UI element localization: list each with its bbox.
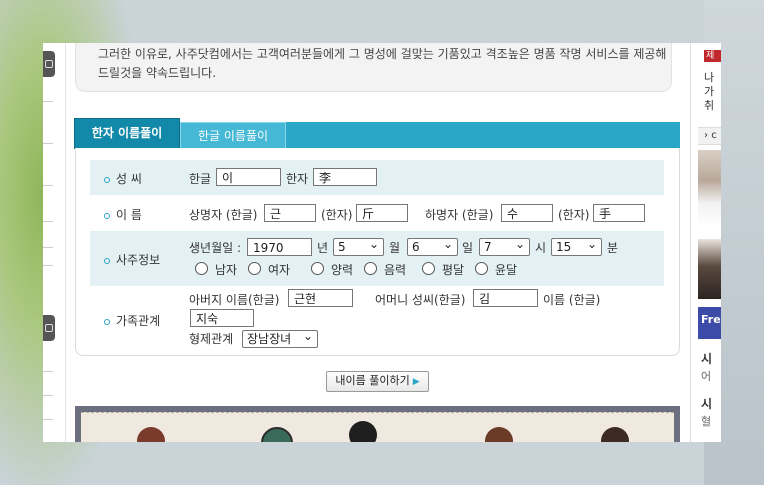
rail-line: [43, 185, 53, 186]
family-label: 가족관계: [104, 312, 160, 329]
sidebar-item-sub: 혈: [701, 415, 712, 428]
submit-name-button[interactable]: 내이름 풀이하기 ▶: [326, 371, 429, 392]
upper-hanja-label: (한자): [321, 208, 353, 222]
row-saju: 사주정보 생년월일 : 1970 년 5 월 6 일 7 시 15 분 남자 여…: [90, 231, 664, 286]
day-unit: 일: [462, 241, 474, 255]
sidebar-section-label: c: [711, 130, 717, 141]
calendar-lunar-radio[interactable]: [364, 262, 377, 275]
browser-viewport: 그러한 이유로, 사주닷컴에서는 고객여러분들에게 그 명성에 걸맞는 기품있고…: [43, 43, 721, 442]
sidebar-photo[interactable]: [698, 150, 721, 226]
birth-day-select[interactable]: 6: [407, 236, 458, 256]
year-unit: 년: [317, 241, 329, 255]
birth-year-input[interactable]: 1970: [247, 238, 312, 256]
row-surname: 성 씨 한글 이 한자 李: [90, 160, 664, 195]
upper-name-hangul-input[interactable]: 근: [264, 204, 316, 222]
rail-toggle-icon[interactable]: [43, 315, 55, 341]
left-rail: [43, 43, 66, 442]
father-name-label: 아버지 이름(한글): [189, 293, 280, 307]
character-head: [137, 427, 165, 442]
calendar-lunar-label: 음력: [384, 263, 407, 277]
minute-unit: 분: [607, 241, 619, 255]
mother-surname-input[interactable]: 김: [473, 289, 538, 307]
surname-hangul-input[interactable]: 이: [216, 168, 281, 186]
lower-name-hangul-input[interactable]: 수: [501, 204, 553, 222]
row-name: 이 름 상명자 (한글) 근 (한자) 斤 하명자 (한글) 수 (한자) 手: [90, 198, 664, 228]
character-head: [261, 427, 293, 442]
sidebar-line[interactable]: 취: [704, 97, 714, 113]
rail-line: [43, 395, 53, 396]
rail-line: [43, 247, 53, 248]
row-family: 가족관계 아버지 이름(한글) 근현 어머니 성씨(한글) 김 이름 (한글) …: [90, 288, 664, 350]
bottom-illustration: [75, 406, 680, 442]
lower-name-hanja-input[interactable]: 手: [593, 204, 645, 222]
mother-name-label: 이름 (한글): [543, 293, 601, 307]
leap-month-radio[interactable]: [475, 262, 488, 275]
intro-text: 그러한 이유로, 사주닷컴에서는 고객여러분들에게 그 명성에 걸맞는 기품있고…: [98, 47, 667, 80]
free-badge[interactable]: Free: [698, 307, 721, 339]
father-name-input[interactable]: 근현: [288, 289, 353, 307]
rail-toggle-icon[interactable]: [43, 51, 55, 77]
rail-line: [43, 221, 53, 222]
right-sidebar: 제 나 가 취 › c Free 시 어 시 혈: [690, 43, 721, 442]
gender-male-label: 남자: [215, 263, 238, 277]
leap-normal-label: 평달: [442, 263, 465, 277]
birth-label: 생년월일 :: [189, 241, 242, 255]
upper-name-label: 상명자 (한글): [189, 208, 258, 222]
rail-line: [43, 101, 53, 102]
birth-minute-select[interactable]: 15: [551, 236, 602, 256]
rail-line: [43, 371, 53, 372]
rail-line: [43, 419, 53, 420]
birth-month-select[interactable]: 5: [333, 236, 384, 256]
saju-label: 사주정보: [104, 251, 160, 268]
sibling-label: 형제관계: [189, 332, 234, 346]
chevron-right-icon: ›: [704, 130, 708, 141]
sidebar-item-title[interactable]: 시: [701, 350, 712, 367]
sidebar-section-header[interactable]: › c: [698, 127, 721, 145]
hour-unit: 시: [535, 241, 547, 255]
surname-hangul-label: 한글: [189, 172, 212, 186]
calendar-solar-radio[interactable]: [311, 262, 324, 275]
character-head: [485, 427, 513, 442]
sidebar-photo[interactable]: [698, 239, 721, 299]
illustration-paper: [81, 412, 674, 442]
gender-female-label: 여자: [268, 263, 291, 277]
tab-hanja-name[interactable]: 한자 이름풀이: [74, 118, 180, 149]
sibling-relation-select[interactable]: 장남장녀: [242, 328, 318, 348]
leap-normal-radio[interactable]: [422, 262, 435, 275]
mother-surname-label: 어머니 성씨(한글): [375, 293, 466, 307]
birth-hour-select[interactable]: 7: [479, 236, 530, 256]
sidebar-item-sub: 어: [701, 370, 712, 383]
sidebar-badge[interactable]: 제: [704, 50, 721, 62]
name-form-panel: 성 씨 한글 이 한자 李 이 름 상명자 (한글) 근 (한자) 斤 하명자 …: [75, 148, 680, 356]
arrow-right-icon: ▶: [412, 377, 420, 387]
lower-hanja-label: (한자): [558, 208, 590, 222]
gender-male-radio[interactable]: [195, 262, 208, 275]
lower-name-label: 하명자 (한글): [425, 208, 494, 222]
submit-label: 내이름 풀이하기: [335, 374, 410, 387]
name-label: 이 름: [104, 206, 142, 223]
sidebar-item-title[interactable]: 시: [701, 395, 712, 412]
upper-name-hanja-input[interactable]: 斤: [356, 204, 408, 222]
month-unit: 월: [389, 241, 401, 255]
tab-hangul-name[interactable]: 한글 이름풀이: [180, 122, 286, 149]
rail-line: [43, 265, 53, 266]
surname-hanja-input[interactable]: 李: [313, 168, 377, 186]
surname-label: 성 씨: [104, 170, 142, 187]
calendar-solar-label: 양력: [331, 263, 354, 277]
character-head: [349, 421, 377, 442]
gender-female-radio[interactable]: [248, 262, 261, 275]
rail-line: [43, 143, 53, 144]
intro-box: 그러한 이유로, 사주닷컴에서는 고객여러분들에게 그 명성에 걸맞는 기품있고…: [75, 43, 672, 92]
leap-month-label: 윤달: [495, 263, 518, 277]
mother-name-input[interactable]: 지숙: [190, 309, 254, 327]
surname-hanja-label: 한자: [286, 172, 309, 186]
character-head: [601, 427, 629, 442]
